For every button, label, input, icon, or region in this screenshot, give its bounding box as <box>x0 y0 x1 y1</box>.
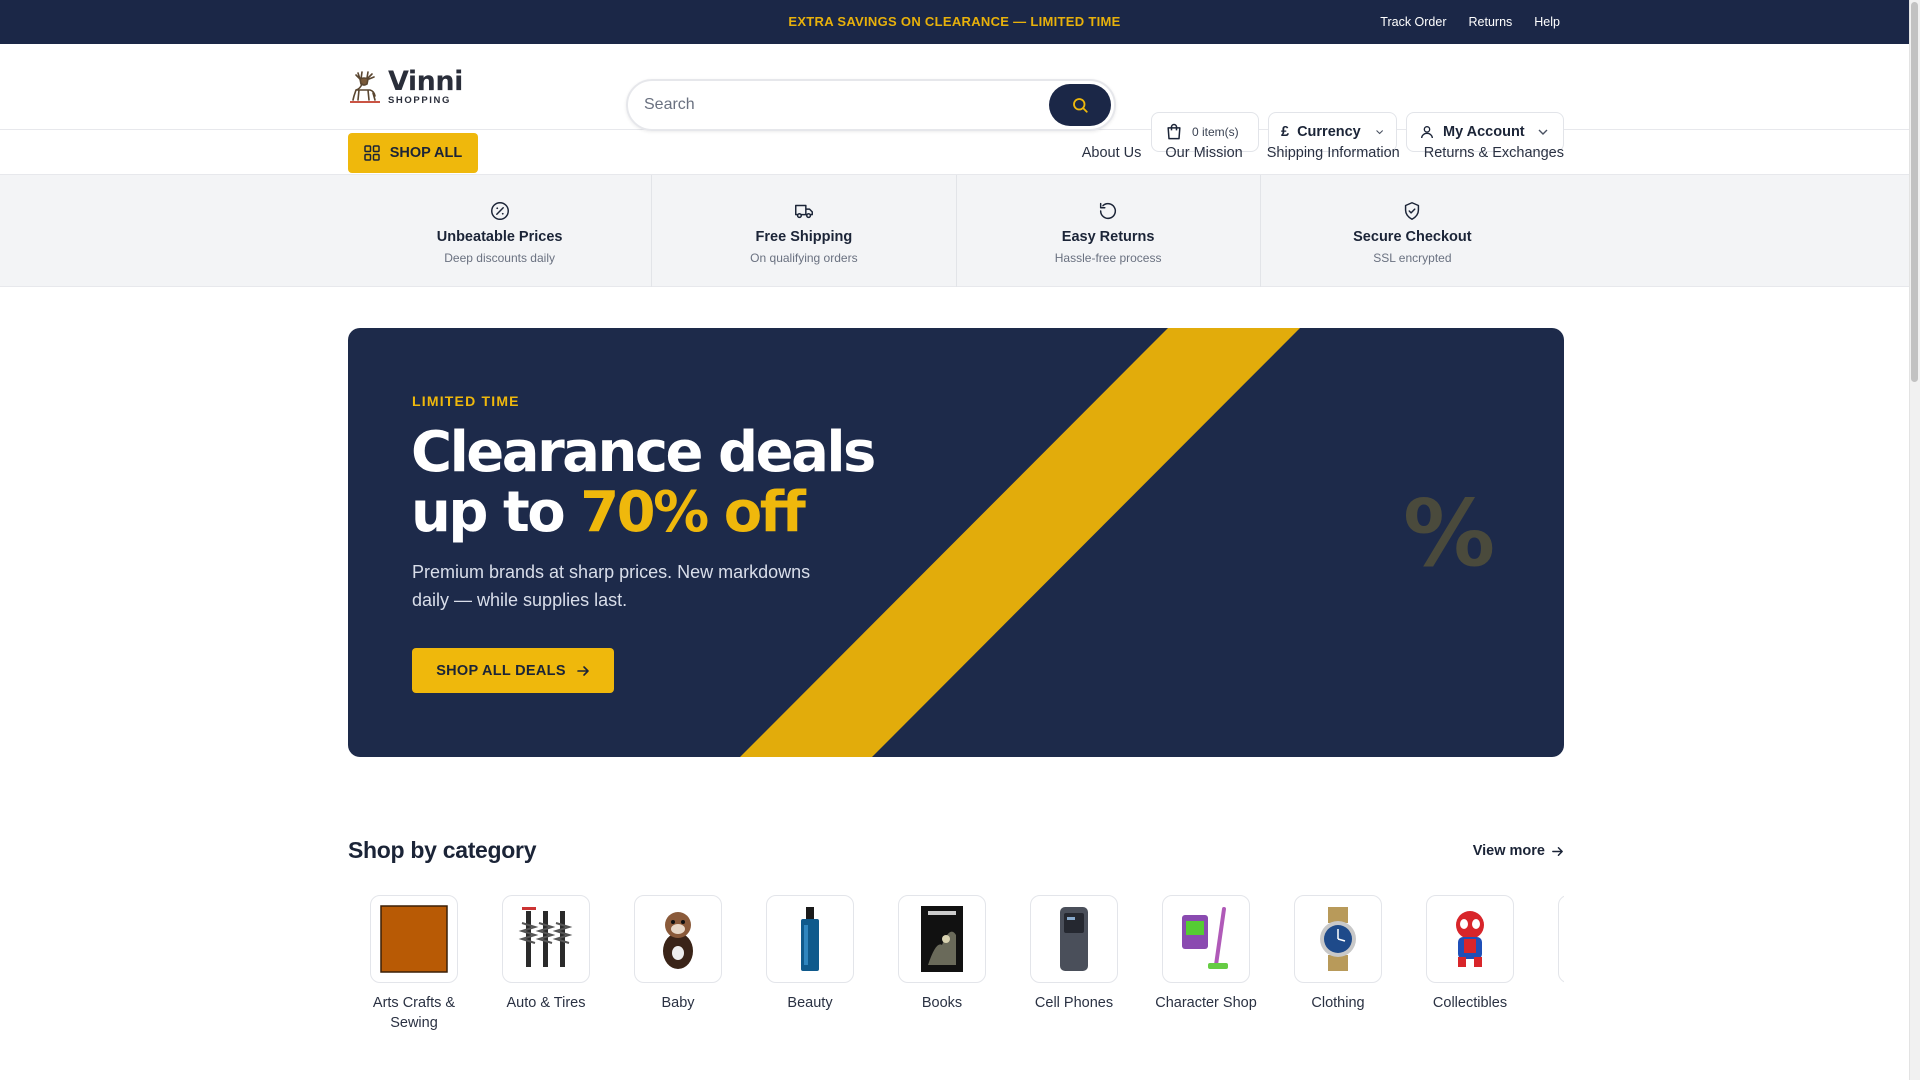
track-order-link[interactable]: Track Order <box>1380 15 1446 29</box>
badge-check-icon <box>490 201 509 220</box>
arrow-right-icon <box>577 665 589 676</box>
feature-free-shipping: Free Shipping On qualifying orders <box>652 175 957 287</box>
category-thumbnail <box>1162 895 1250 983</box>
search-button[interactable] <box>1049 84 1111 126</box>
category-baby[interactable]: Baby <box>612 895 744 1013</box>
nav-shipping-information[interactable]: Shipping Information <box>1267 145 1400 161</box>
category-label: Cell Phones <box>1034 995 1114 1011</box>
page-scrollbar[interactable] <box>1909 0 1920 1080</box>
search-icon <box>1073 98 1088 113</box>
wristwatch-icon <box>1320 907 1356 971</box>
category-label: Clothing <box>1311 995 1365 1011</box>
category-carousel: Arts Crafts & Sewing Auto & Tires Baby B… <box>348 895 1564 1045</box>
hero-description: Premium brands at sharp prices. New mark… <box>412 562 811 610</box>
shop-all-label: SHOP ALL <box>389 145 463 161</box>
feature-secure-checkout: Secure Checkout SSL encrypted <box>1261 175 1564 287</box>
category-beauty[interactable]: Beauty <box>744 895 876 1013</box>
category-thumbnail <box>898 895 986 983</box>
hero-banner: % LIMITED TIME Clearance deals up to 70%… <box>348 328 1564 757</box>
category-label: Baby <box>661 995 695 1011</box>
grid-icon <box>363 145 380 161</box>
book-cover-icon <box>921 906 963 972</box>
hero-title-line2: up to <box>411 480 581 545</box>
announcement-bar: EXTRA SAVINGS ON CLEARANCE — LIMITED TIM… <box>0 0 1909 44</box>
feature-title: Free Shipping <box>755 228 853 245</box>
category-partial-next[interactable]: E <box>1536 895 1564 1013</box>
category-label: Collectibles <box>1432 995 1508 1011</box>
toy-vacuum-icon <box>1182 907 1228 969</box>
category-label: Auto & Tires <box>506 995 586 1011</box>
category-cell-phones[interactable]: Cell Phones <box>1008 895 1140 1013</box>
site-header: Vinni SHOPPING 0 item(s) £ Currency <box>0 44 1909 152</box>
nav-our-mission[interactable]: Our Mission <box>1165 145 1242 161</box>
page: EXTRA SAVINGS ON CLEARANCE — LIMITED TIM… <box>0 0 1909 1080</box>
category-thumbnail <box>1558 895 1564 983</box>
perfume-bottle-icon <box>801 907 819 971</box>
power-bank-icon <box>1060 907 1088 971</box>
category-thumbnail <box>502 895 590 983</box>
category-thumbnail <box>1426 895 1514 983</box>
feature-subtitle: Hassle-free process <box>1054 250 1162 265</box>
main-nav: SHOP ALL About Us Our Mission Shipping I… <box>0 130 1909 175</box>
category-arts-crafts-sewing[interactable]: Arts Crafts & Sewing <box>348 895 480 1033</box>
hero-title: Clearance deals up to 70% off <box>411 420 876 545</box>
shop-all-deals-button[interactable]: SHOP ALL DEALS <box>412 648 614 693</box>
feature-subtitle: On qualifying orders <box>750 250 858 265</box>
help-link[interactable]: Help <box>1534 15 1560 29</box>
category-section-header: Shop by category View more <box>348 837 1564 867</box>
promo-text: EXTRA SAVINGS ON CLEARANCE — LIMITED TIM… <box>788 14 1121 29</box>
category-label: Beauty <box>787 995 833 1011</box>
deer-logo-icon <box>350 70 380 103</box>
truck-icon <box>794 204 813 218</box>
scrollbar-thumb[interactable] <box>1911 2 1918 382</box>
plush-toy-icon <box>663 912 693 969</box>
category-clothing[interactable]: Clothing <box>1272 895 1404 1013</box>
utility-links: Track Order Returns Help <box>1380 0 1560 44</box>
category-thumbnail <box>634 895 722 983</box>
brand-name: Vinni <box>388 66 463 97</box>
nav-returns-exchanges[interactable]: Returns & Exchanges <box>1424 145 1564 161</box>
shop-all-button[interactable]: SHOP ALL <box>348 133 478 173</box>
features-strip: Unbeatable Prices Deep discounts daily F… <box>0 175 1909 287</box>
category-auto-tires[interactable]: Auto & Tires <box>480 895 612 1013</box>
percent-decoration: % <box>1403 480 1496 587</box>
hero-title-line1: Clearance deals <box>411 420 876 485</box>
search-input[interactable] <box>628 81 1049 129</box>
view-more-label: View more <box>1472 843 1545 859</box>
category-thumbnail <box>1294 895 1382 983</box>
category-collectibles[interactable]: Collectibles <box>1404 895 1536 1013</box>
feature-subtitle: SSL encrypted <box>1373 250 1452 265</box>
hero-title-accent: 70% off <box>580 480 806 545</box>
rotate-ccw-icon <box>1100 202 1117 219</box>
cta-label: SHOP ALL DEALS <box>436 662 566 679</box>
shock-absorber-icon <box>518 907 573 967</box>
feature-title: Easy Returns <box>1061 228 1155 245</box>
category-books[interactable]: Books <box>876 895 1008 1013</box>
category-section-title: Shop by category <box>348 837 537 863</box>
feature-title: Secure Checkout <box>1353 228 1472 245</box>
category-thumbnail <box>766 895 854 983</box>
category-label: Arts Crafts & Sewing <box>372 995 456 1031</box>
fabric-swatch-icon <box>380 905 448 973</box>
nav-about-us[interactable]: About Us <box>1082 145 1142 161</box>
category-label: Books <box>921 995 963 1011</box>
logo[interactable]: Vinni SHOPPING <box>348 68 463 106</box>
returns-link[interactable]: Returns <box>1469 15 1513 29</box>
brand-subtitle: SHOPPING <box>388 95 451 106</box>
feature-subtitle: Deep discounts daily <box>444 250 555 265</box>
hero-eyebrow: LIMITED TIME <box>412 393 520 409</box>
spiderman-plush-icon <box>1456 911 1484 967</box>
category-character-shop[interactable]: Character Shop <box>1140 895 1272 1013</box>
feature-easy-returns: Easy Returns Hassle-free process <box>957 175 1261 287</box>
view-more-link[interactable]: View more <box>1473 843 1564 859</box>
nav-links: About Us Our Mission Shipping Informatio… <box>1082 130 1564 175</box>
category-thumbnail <box>1030 895 1118 983</box>
feature-title: Unbeatable Prices <box>436 228 563 245</box>
category-label: Character Shop <box>1155 995 1257 1011</box>
feature-unbeatable-prices: Unbeatable Prices Deep discounts daily <box>348 175 653 287</box>
search-bar <box>626 79 1116 131</box>
shield-check-icon <box>1405 201 1420 220</box>
category-thumbnail <box>370 895 458 983</box>
arrow-right-icon <box>1552 846 1563 856</box>
